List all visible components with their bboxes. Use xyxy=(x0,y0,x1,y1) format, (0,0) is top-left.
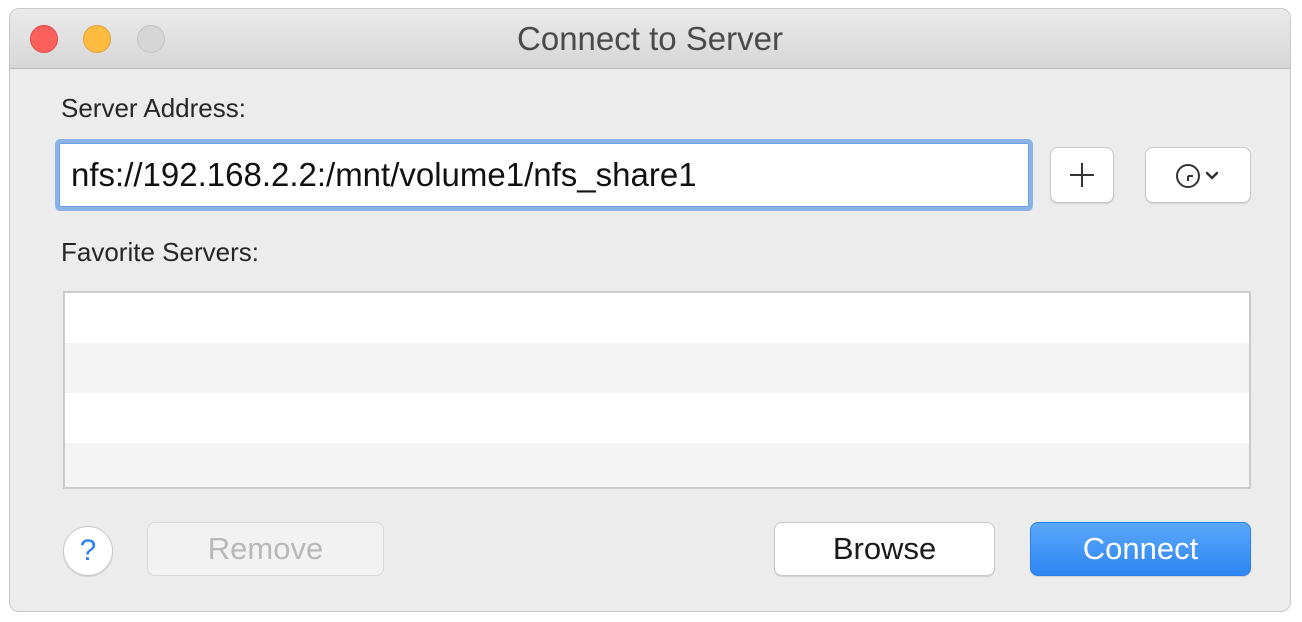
clock-icon xyxy=(1176,164,1200,188)
favorite-servers-label: Favorite Servers: xyxy=(61,237,259,267)
server-address-label: Server Address: xyxy=(61,93,246,123)
browse-button[interactable]: Browse xyxy=(774,522,995,576)
chevron-down-icon xyxy=(1205,171,1219,180)
favorite-servers-list[interactable] xyxy=(63,291,1251,489)
connect-button[interactable]: Connect xyxy=(1030,522,1251,576)
window-title: Connect to Server xyxy=(517,20,783,57)
list-row xyxy=(65,293,1249,343)
plus-icon xyxy=(1070,163,1094,187)
help-button[interactable]: ? xyxy=(63,526,113,576)
list-row xyxy=(65,343,1249,393)
connect-to-server-window: Connect to Server Server Address: Favori… xyxy=(9,8,1291,612)
titlebar[interactable]: Connect to Server xyxy=(10,9,1290,69)
list-row xyxy=(65,443,1249,487)
add-favorite-button[interactable] xyxy=(1050,147,1114,203)
recent-servers-glyphs xyxy=(1176,164,1219,188)
list-row xyxy=(65,393,1249,443)
server-address-input[interactable] xyxy=(71,149,1011,201)
remove-button: Remove xyxy=(147,522,384,576)
server-address-field[interactable] xyxy=(55,139,1033,211)
recent-servers-button[interactable] xyxy=(1145,147,1251,203)
